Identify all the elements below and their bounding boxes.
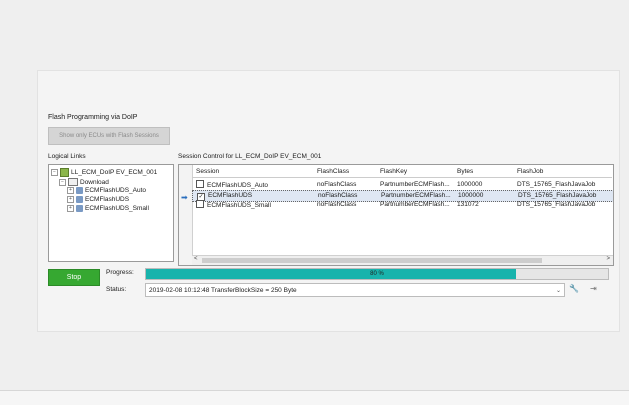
arrow-right-icon: ➡ xyxy=(181,193,188,202)
progress-label: Progress: xyxy=(106,269,134,276)
cell-session: ECMFlashUDS_Small xyxy=(207,202,271,209)
export-icon[interactable]: ⇥ xyxy=(590,284,597,293)
session-icon xyxy=(76,205,83,212)
expand-icon[interactable]: + xyxy=(67,187,74,194)
tree-item-label: ECMFlashUDS_Small xyxy=(85,205,149,212)
session-icon xyxy=(76,187,83,194)
cell-flashjob: DTS_15765_FlashJavaJob xyxy=(517,201,596,208)
logical-links-tree: − LL_ECM_DoIP EV_ECM_001 − Download + EC… xyxy=(48,164,174,262)
session-control-label: Session Control for LL_ECM_DoIP EV_ECM_0… xyxy=(178,153,322,160)
table-row[interactable]: ECMFlashUDS_Small noFlashClass Partnumbe… xyxy=(192,200,612,210)
row-gutter: ➡ xyxy=(179,165,193,265)
cell-flashjob: DTS_15765_FlashJavaJob xyxy=(517,181,596,188)
scroll-left-icon[interactable]: < xyxy=(194,256,198,262)
expand-icon[interactable]: + xyxy=(67,205,74,212)
tree-item[interactable]: + ECMFlashUDS_Small xyxy=(67,205,149,212)
bottom-strip xyxy=(0,390,629,405)
col-session[interactable]: Session xyxy=(196,167,219,177)
status-label: Status: xyxy=(106,286,127,293)
tree-item[interactable]: + ECMFlashUDS_Auto xyxy=(67,187,146,194)
progress-text: 80 % xyxy=(370,271,384,277)
col-flashjob[interactable]: FlashJob xyxy=(517,167,543,177)
horizontal-scrollbar[interactable]: < > xyxy=(192,255,613,265)
cell-bytes: 1000000 xyxy=(457,181,483,188)
show-ecus-button[interactable]: Show only ECUs with Flash Sessions xyxy=(48,127,170,145)
table-row[interactable]: ECMFlashUDS_Auto noFlashClass Partnumber… xyxy=(192,180,612,190)
ecu-icon xyxy=(60,168,69,177)
status-text: 2019-02-08 10:12:48 TransferBlockSize = … xyxy=(149,287,297,294)
tree-root-label: LL_ECM_DoIP EV_ECM_001 xyxy=(71,169,158,176)
col-flashkey[interactable]: FlashKey xyxy=(380,167,407,177)
collapse-icon[interactable]: − xyxy=(59,178,66,186)
status-field[interactable]: 2019-02-08 10:12:48 TransferBlockSize = … xyxy=(145,283,565,297)
cell-bytes: 131072 xyxy=(457,201,479,208)
tree-group-download[interactable]: − Download xyxy=(59,178,109,186)
scroll-thumb[interactable] xyxy=(202,258,542,263)
tree-group-label: Download xyxy=(80,178,109,186)
progress-bar: 80 % xyxy=(145,268,609,280)
logical-links-label: Logical Links xyxy=(48,153,86,160)
stop-button[interactable]: Stop xyxy=(48,269,100,286)
table-header: Session FlashClass FlashKey Bytes FlashJ… xyxy=(192,167,612,178)
row-checkbox[interactable] xyxy=(196,180,204,188)
tree-item-label: ECMFlashUDS xyxy=(85,196,130,203)
tree-item[interactable]: + ECMFlashUDS xyxy=(67,196,129,203)
scroll-right-icon[interactable]: > xyxy=(606,256,610,262)
cell-flashkey: PartnumberECMFlash... xyxy=(380,181,450,188)
collapse-icon[interactable]: − xyxy=(51,169,58,176)
panel-title: Flash Programming via DoIP xyxy=(48,114,138,121)
cell-flashclass: noFlashClass xyxy=(317,181,357,188)
col-flashclass[interactable]: FlashClass xyxy=(317,167,349,177)
session-table: ➡ Session FlashClass FlashKey Bytes Flas… xyxy=(178,164,614,266)
tree-item-label: ECMFlashUDS_Auto xyxy=(85,187,147,194)
cell-flashkey: PartnumberECMFlash... xyxy=(380,201,450,208)
cell-flashclass: noFlashClass xyxy=(317,201,357,208)
tree-root[interactable]: − LL_ECM_DoIP EV_ECM_001 xyxy=(51,168,157,177)
wrench-icon[interactable]: 🔧 xyxy=(569,284,579,293)
flash-programming-panel: Flash Programming via DoIP Show only ECU… xyxy=(37,70,620,332)
row-checkbox[interactable] xyxy=(196,200,204,208)
cell-session: ECMFlashUDS_Auto xyxy=(207,182,269,189)
folder-icon xyxy=(68,178,78,186)
expand-icon[interactable]: + xyxy=(67,196,74,203)
col-bytes[interactable]: Bytes xyxy=(457,167,473,177)
cell-session: ECMFlashUDS xyxy=(208,192,253,199)
session-icon xyxy=(76,196,83,203)
chevron-down-icon[interactable]: ⌄ xyxy=(556,284,561,298)
